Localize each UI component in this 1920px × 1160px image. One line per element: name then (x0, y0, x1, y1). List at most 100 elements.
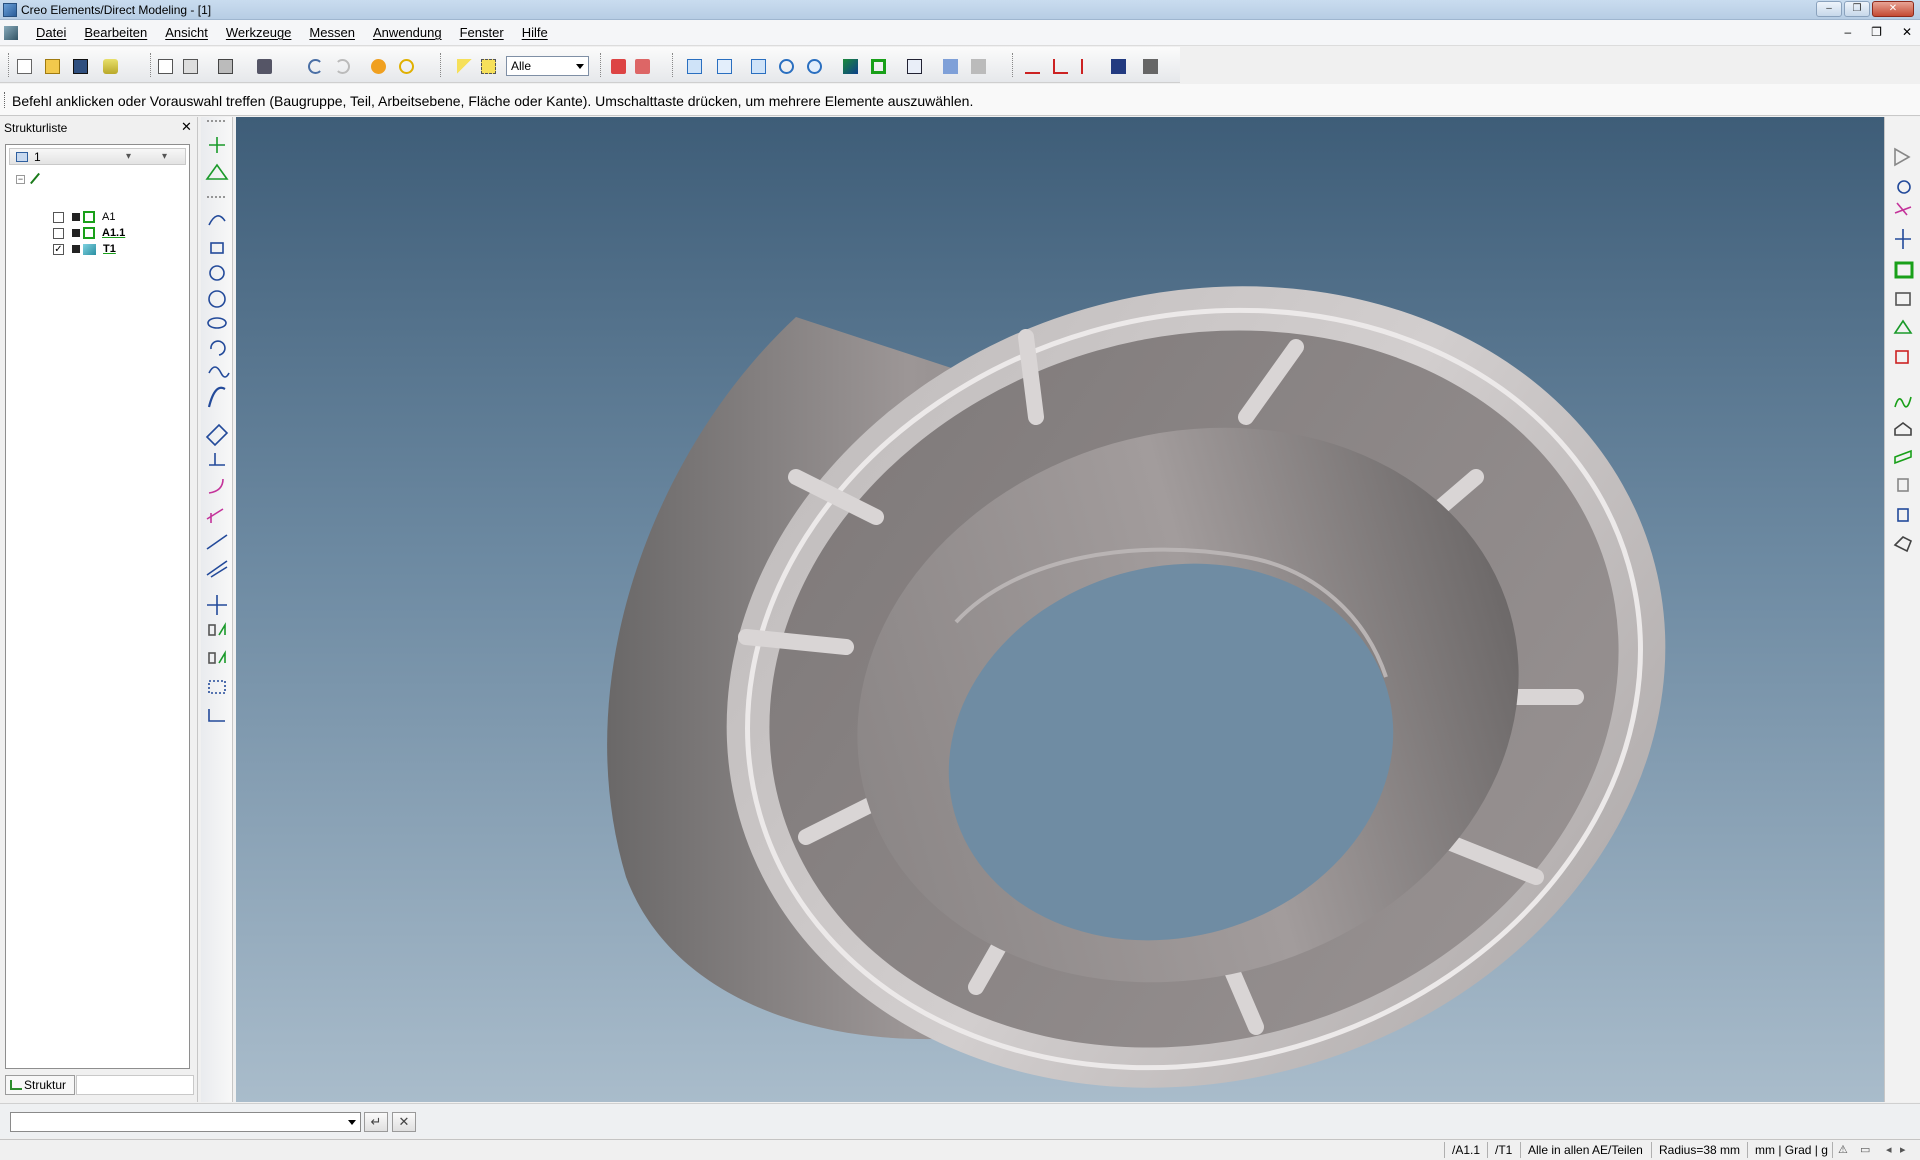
left-tool-icons (205, 120, 230, 722)
pan-icon[interactable] (748, 56, 768, 76)
maximize-button[interactable]: ❐ (1844, 1, 1870, 17)
dimension-icon[interactable] (1022, 56, 1042, 76)
assembly-icon (83, 211, 95, 223)
tree-view-icon[interactable] (16, 152, 28, 162)
document-icon[interactable] (4, 26, 18, 40)
help-icon[interactable] (396, 56, 416, 76)
filter-icon[interactable]: ▾ (162, 151, 167, 162)
command-input[interactable] (10, 1112, 361, 1132)
menu-fenster[interactable]: Fenster (460, 25, 504, 40)
tree-item-a1[interactable]: A1 (53, 209, 115, 225)
warning-icon[interactable]: ⚠ (1838, 1143, 1848, 1156)
structure-tree: 1 ▾ ▾ − A1 A1.1 ✓ T1 (5, 144, 190, 1069)
prompt-text: Befehl anklicken oder Vorauswahl treffen… (12, 93, 974, 109)
document-restore-button[interactable]: ❐ (1871, 25, 1882, 39)
toolbar-separator (1012, 53, 1013, 77)
main-toolbar: Alle (0, 47, 1180, 83)
cancel-button[interactable]: ✕ (392, 1112, 416, 1132)
select-arrow-icon[interactable] (454, 56, 474, 76)
collapse-icon[interactable]: − (16, 175, 25, 184)
document-close-button[interactable]: ✕ (1902, 25, 1912, 39)
status-bar: /A1.1 /T1 Alle in allen AE/Teilen Radius… (0, 1139, 1920, 1160)
menu-werkzeuge[interactable]: Werkzeuge (226, 25, 292, 40)
structure-tab-icon (10, 1080, 22, 1090)
tree-item-a1-1[interactable]: A1.1 (53, 225, 125, 241)
lock-icon (72, 245, 80, 253)
command-line: ↵ ✕ (0, 1103, 1920, 1138)
visibility-checkbox[interactable] (53, 227, 64, 239)
structure-panel-title: Strukturliste (4, 121, 68, 135)
enter-button[interactable]: ↵ (364, 1112, 388, 1132)
rotate-view-icon[interactable] (776, 56, 796, 76)
menu-bearbeiten[interactable]: Bearbeiten (84, 25, 147, 40)
model-viewport[interactable] (236, 117, 1884, 1102)
visibility-checkbox-checked[interactable]: ✓ (53, 243, 64, 255)
lock-icon (72, 213, 80, 221)
print-icon[interactable] (215, 56, 235, 76)
tab-struktur-label: Struktur (24, 1078, 67, 1092)
open-folder-icon[interactable] (42, 56, 62, 76)
tab-struktur[interactable]: Struktur (5, 1075, 75, 1095)
right-tool-palette (1884, 117, 1920, 1102)
previous-view-icon[interactable] (904, 56, 924, 76)
assembly-icon (83, 227, 95, 239)
menu-hilfe[interactable]: Hilfe (522, 25, 548, 40)
distance-icon[interactable] (1050, 56, 1070, 76)
load-part-icon[interactable] (100, 56, 120, 76)
modify-icon[interactable] (608, 56, 628, 76)
copy-icon[interactable] (155, 56, 175, 76)
close-icon[interactable]: ✕ (181, 119, 192, 135)
chevron-down-icon[interactable] (348, 1120, 356, 1125)
info-icon[interactable] (368, 56, 388, 76)
undo-icon[interactable] (305, 56, 325, 76)
status-radius: Radius=38 mm (1659, 1143, 1741, 1157)
selection-filter-dropdown[interactable]: Alle (506, 56, 589, 76)
window-controls: – ❐ ✕ (1816, 1, 1914, 17)
status-active-part: /T1 (1495, 1143, 1513, 1157)
tree-item-t1[interactable]: ✓ T1 (53, 241, 116, 257)
select-box-icon[interactable] (478, 56, 498, 76)
zoom-icon[interactable] (804, 56, 824, 76)
toolbar-separator (150, 53, 151, 77)
next-arrow-icon[interactable]: ▸ (1900, 1143, 1906, 1156)
redo-icon[interactable] (332, 56, 352, 76)
section-view-icon[interactable] (940, 56, 960, 76)
ring-part-model[interactable] (236, 117, 1884, 1102)
fit-view-icon[interactable] (684, 56, 704, 76)
wireframe-view-icon[interactable] (868, 56, 888, 76)
calculator-icon[interactable] (1108, 56, 1128, 76)
shaded-view-icon[interactable] (840, 56, 860, 76)
new-file-icon[interactable] (14, 56, 34, 76)
minimize-button[interactable]: – (1816, 1, 1842, 17)
selection-filter-value: Alle (511, 59, 532, 73)
menu-messen[interactable]: Messen (309, 25, 355, 40)
keyboard-icon[interactable]: ▭ (1860, 1143, 1870, 1156)
visibility-checkbox[interactable] (53, 211, 64, 223)
menu-anwendung[interactable]: Anwendung (373, 25, 442, 40)
status-separator (1832, 1142, 1833, 1158)
tree-item-label: T1 (103, 243, 116, 255)
previous-arrow-icon[interactable]: ◂ (1886, 1143, 1892, 1156)
tools-icon[interactable] (254, 56, 274, 76)
tree-item-label: A1.1 (102, 227, 126, 239)
close-button[interactable]: ✕ (1872, 1, 1914, 17)
document-minimize-button[interactable]: – (1844, 25, 1851, 39)
binoculars-icon[interactable]: ▾ (126, 151, 131, 162)
tree-header: 1 ▾ ▾ (9, 148, 186, 165)
toolbar-grip (8, 53, 9, 77)
paste-icon[interactable] (180, 56, 200, 76)
mass-properties-icon[interactable] (1140, 56, 1160, 76)
menu-datei[interactable]: Datei (36, 25, 66, 40)
measure-icon[interactable] (632, 56, 652, 76)
status-active-assembly: /A1.1 (1452, 1143, 1481, 1157)
angle-icon[interactable] (1078, 56, 1098, 76)
left-tool-palette (201, 117, 233, 1102)
save-icon[interactable] (70, 56, 90, 76)
menu-ansicht[interactable]: Ansicht (165, 25, 208, 40)
status-selection-scope: Alle in allen AE/Teilen (1528, 1143, 1643, 1157)
status-separator (1487, 1142, 1488, 1158)
clip-view-icon[interactable] (968, 56, 988, 76)
chevron-down-icon (576, 64, 584, 69)
zoom-window-icon[interactable] (714, 56, 734, 76)
tree-item-label: A1 (102, 211, 116, 223)
